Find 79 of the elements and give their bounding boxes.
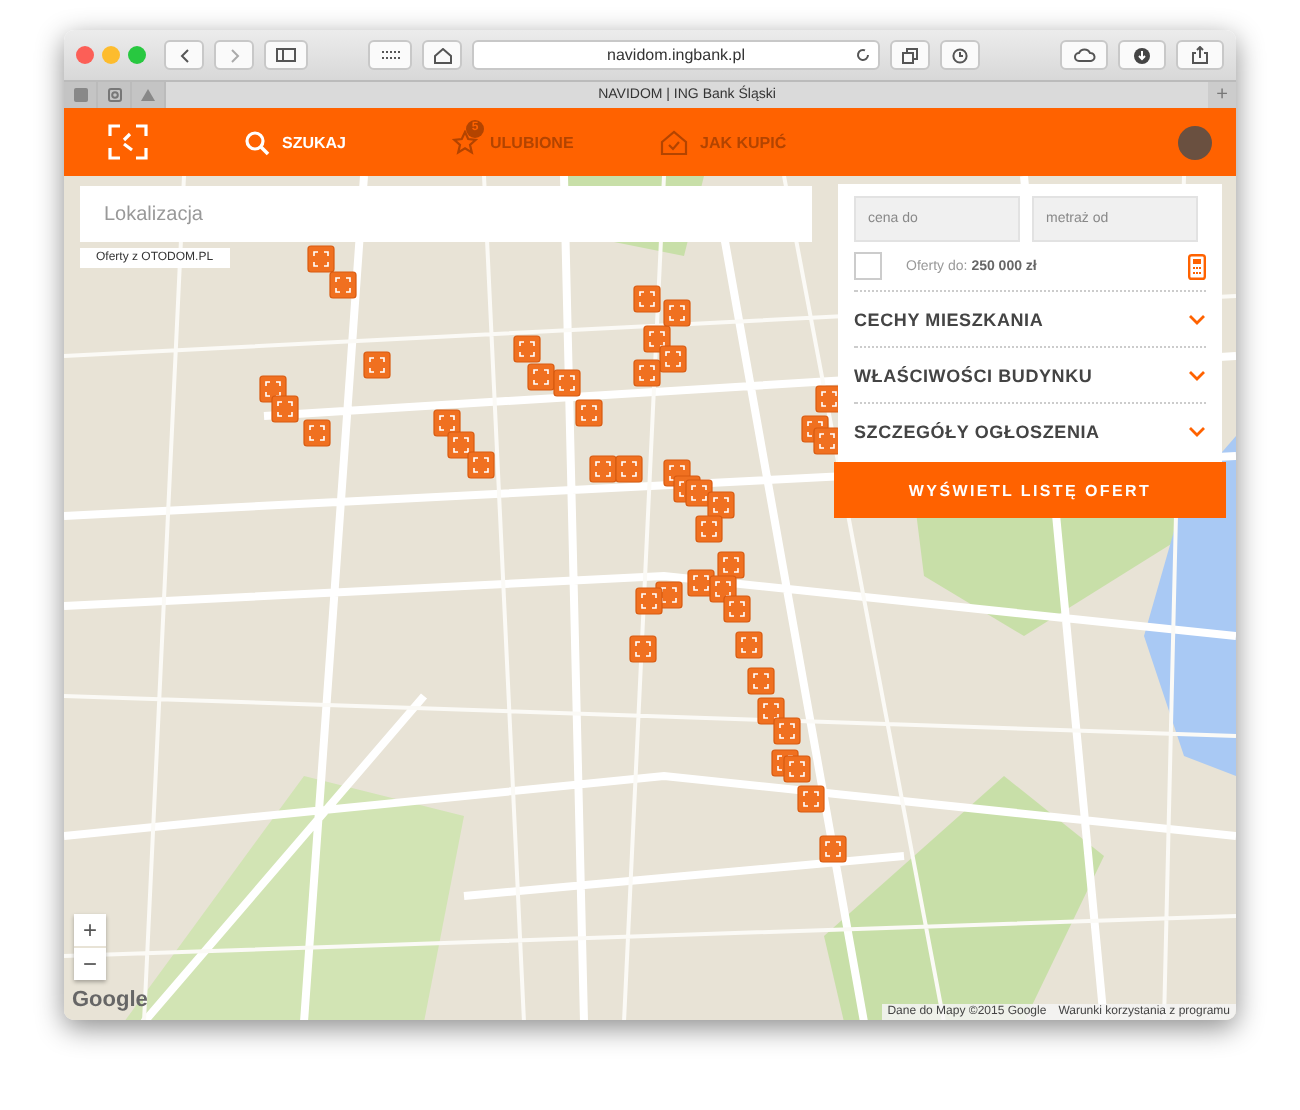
map-marker[interactable] (433, 409, 461, 437)
map-marker[interactable] (819, 835, 847, 863)
map-marker[interactable] (629, 635, 657, 663)
map-marker[interactable] (757, 697, 785, 725)
tabs-button[interactable] (890, 40, 930, 70)
map-marker[interactable] (717, 551, 745, 579)
forward-icon (229, 47, 239, 63)
calculator-icon[interactable] (1188, 253, 1206, 279)
map-marker[interactable] (553, 369, 581, 397)
zoom-out-button[interactable]: − (74, 948, 106, 980)
map-marker[interactable] (797, 785, 825, 813)
back-button[interactable] (164, 40, 204, 70)
home-icon (433, 47, 451, 63)
grid-button[interactable] (368, 40, 412, 70)
search-icon (244, 129, 270, 155)
map-marker[interactable] (447, 431, 475, 459)
square-icon (73, 88, 87, 102)
logo-icon[interactable] (108, 124, 148, 160)
cloud-icon (1073, 48, 1095, 62)
map-marker[interactable] (773, 717, 801, 745)
sidebar-button[interactable] (264, 40, 308, 70)
forward-button[interactable] (214, 40, 254, 70)
back-icon (179, 47, 189, 63)
map-marker[interactable] (467, 451, 495, 479)
map-marker[interactable] (709, 575, 737, 603)
tabs-icon (902, 47, 918, 63)
map-marker[interactable] (735, 631, 763, 659)
map-marker[interactable] (747, 667, 775, 695)
maximize-icon[interactable] (128, 46, 146, 64)
zoom-in-button[interactable]: + (74, 914, 106, 946)
map-marker[interactable] (363, 351, 391, 379)
map-marker[interactable] (707, 491, 735, 519)
bookmark-tab[interactable] (64, 82, 98, 108)
download-button[interactable] (1118, 40, 1166, 70)
map-marker[interactable] (633, 285, 661, 313)
map-marker[interactable] (615, 455, 643, 483)
home-button[interactable] (422, 40, 462, 70)
house-check-icon (660, 129, 688, 155)
map-marker[interactable] (723, 595, 751, 623)
star-icon (452, 129, 478, 155)
map-marker[interactable] (695, 515, 723, 543)
grid-icon (381, 50, 399, 60)
share-button[interactable] (1176, 40, 1224, 70)
download-icon (1134, 47, 1150, 63)
map-marker[interactable] (329, 271, 357, 299)
map-marker[interactable] (643, 325, 671, 353)
map-marker[interactable] (303, 419, 331, 447)
close-icon[interactable] (76, 46, 94, 64)
history-button[interactable] (940, 40, 980, 70)
map-logo: Google (72, 988, 148, 1012)
camera-icon (107, 88, 121, 102)
map-marker[interactable] (633, 359, 661, 387)
filter-section[interactable]: WŁAŚCIWOŚCI BUDYNKU (854, 346, 1206, 402)
map-marker[interactable] (307, 245, 335, 273)
location-field[interactable]: Lokalizacja (80, 186, 812, 242)
share-icon (1192, 46, 1208, 64)
triangle-icon (140, 88, 156, 102)
map-marker[interactable] (527, 363, 555, 391)
checkbox[interactable] (854, 252, 882, 280)
map-marker[interactable] (575, 399, 603, 427)
reload-icon[interactable] (856, 48, 870, 62)
map-marker[interactable] (589, 455, 617, 483)
avatar[interactable] (1178, 125, 1212, 159)
map-marker[interactable] (813, 427, 841, 455)
map-marker[interactable] (513, 335, 541, 363)
filter-section[interactable]: SZCZEGÓŁY OGŁOSZENIA (854, 402, 1206, 458)
map-marker[interactable] (271, 395, 299, 423)
filter-section[interactable]: CECHY MIESZKANIA (854, 290, 1206, 346)
address-field[interactable]: navidom.ingbank.pl (472, 40, 880, 70)
clock-icon (952, 47, 968, 63)
map-marker[interactable] (685, 479, 713, 507)
map-marker[interactable] (659, 345, 687, 373)
sidebar-icon (276, 48, 296, 62)
cloud-button[interactable] (1060, 40, 1108, 70)
map-marker[interactable] (635, 587, 663, 615)
bookmark-tab[interactable] (98, 82, 132, 108)
bookmark-tab[interactable] (132, 82, 166, 108)
map-marker[interactable] (783, 755, 811, 783)
map-marker[interactable] (663, 299, 691, 327)
